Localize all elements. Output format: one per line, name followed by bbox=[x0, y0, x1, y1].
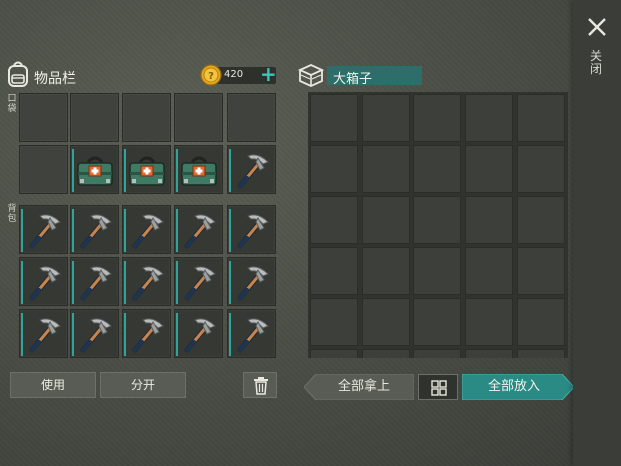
chest-slot[interactable] bbox=[517, 247, 565, 295]
pocket-slot[interactable] bbox=[227, 145, 276, 194]
backpack-slot[interactable] bbox=[122, 205, 171, 254]
chest-slot[interactable] bbox=[465, 94, 513, 142]
chest-slot[interactable] bbox=[517, 145, 565, 193]
chest-slot[interactable] bbox=[362, 196, 410, 244]
chest-slot[interactable] bbox=[310, 298, 358, 346]
chest-slot[interactable] bbox=[465, 298, 513, 346]
chest-slot[interactable] bbox=[310, 94, 358, 142]
take-all-label: 全部拿上 bbox=[337, 379, 390, 394]
sort-button[interactable] bbox=[418, 374, 458, 400]
toolbox-icon bbox=[181, 156, 217, 186]
close-icon[interactable] bbox=[586, 16, 608, 38]
pickaxe-icon bbox=[184, 318, 216, 353]
backpack-slot[interactable] bbox=[19, 309, 68, 358]
pickaxe-icon bbox=[237, 266, 269, 301]
put-all-button[interactable]: 全部放入 bbox=[462, 374, 574, 400]
chest-slot[interactable] bbox=[517, 349, 565, 358]
chest-slot[interactable] bbox=[310, 349, 358, 358]
backpack-slot[interactable] bbox=[19, 257, 68, 306]
pickaxe-icon bbox=[29, 266, 61, 301]
toolbox-icon bbox=[129, 156, 165, 186]
pocket-slot[interactable] bbox=[122, 93, 171, 142]
chest-slot[interactable] bbox=[362, 349, 410, 358]
gold-coin-icon: ? bbox=[200, 64, 222, 86]
chest-slot[interactable] bbox=[413, 349, 461, 358]
backpack-slot[interactable] bbox=[227, 257, 276, 306]
inventory-header: 物品栏 ? 420 + bbox=[6, 60, 278, 90]
backpack-slot[interactable] bbox=[70, 309, 119, 358]
toolbox-icon bbox=[77, 156, 113, 186]
pickaxe-icon bbox=[29, 318, 61, 353]
coin-amount: 420 bbox=[224, 69, 244, 80]
pickaxe-icon bbox=[29, 214, 61, 249]
backpack-slot[interactable] bbox=[122, 309, 171, 358]
chest-title: 大箱子 bbox=[333, 72, 373, 87]
chest-slot[interactable] bbox=[465, 247, 513, 295]
chest-slot[interactable] bbox=[517, 94, 565, 142]
chest-slot[interactable] bbox=[413, 196, 461, 244]
pickaxe-icon bbox=[80, 318, 112, 353]
pocket-slot[interactable] bbox=[70, 93, 119, 142]
pickaxe-icon bbox=[237, 318, 269, 353]
plus-icon[interactable]: + bbox=[260, 63, 277, 85]
chest-slot[interactable] bbox=[465, 349, 513, 358]
chest-slot[interactable] bbox=[362, 298, 410, 346]
chest-icon bbox=[297, 62, 325, 88]
backpack-slot[interactable] bbox=[227, 309, 276, 358]
pickaxe-icon bbox=[184, 214, 216, 249]
inventory-title: 物品栏 bbox=[34, 71, 76, 87]
chest-slot[interactable] bbox=[413, 145, 461, 193]
pocket-label: 口袋 bbox=[7, 94, 17, 114]
pickaxe-icon bbox=[237, 214, 269, 249]
pickaxe-icon bbox=[132, 318, 164, 353]
chest-slot[interactable] bbox=[362, 247, 410, 295]
pocket-slot[interactable] bbox=[19, 93, 68, 142]
backpack-icon bbox=[6, 60, 30, 88]
pickaxe-icon bbox=[132, 214, 164, 249]
put-all-label: 全部放入 bbox=[487, 379, 540, 394]
pickaxe-icon bbox=[184, 266, 216, 301]
pocket-slot[interactable] bbox=[122, 145, 171, 194]
backpack-slot[interactable] bbox=[174, 309, 223, 358]
backpack-slot[interactable] bbox=[70, 257, 119, 306]
backpack-slot[interactable] bbox=[227, 205, 276, 254]
take-all-button[interactable]: 全部拿上 bbox=[304, 374, 414, 400]
chest-slot[interactable] bbox=[465, 145, 513, 193]
pickaxe-icon bbox=[132, 266, 164, 301]
trash-button[interactable] bbox=[243, 372, 277, 398]
chest-slot[interactable] bbox=[310, 247, 358, 295]
chest-slot[interactable] bbox=[413, 94, 461, 142]
chest-slot[interactable] bbox=[517, 298, 565, 346]
use-button[interactable]: 使用 bbox=[10, 372, 96, 398]
chest-header: 大箱子 bbox=[297, 62, 427, 88]
backpack-slot[interactable] bbox=[122, 257, 171, 306]
backpack-slot[interactable] bbox=[19, 205, 68, 254]
chest-slot[interactable] bbox=[310, 145, 358, 193]
chest-slot[interactable] bbox=[517, 196, 565, 244]
backpack-slot[interactable] bbox=[174, 205, 223, 254]
split-button[interactable]: 分开 bbox=[100, 372, 186, 398]
close-label: 关闭 bbox=[589, 49, 602, 76]
pocket-slot[interactable] bbox=[174, 93, 223, 142]
chest-slot[interactable] bbox=[413, 298, 461, 346]
backpack-slot[interactable] bbox=[70, 205, 119, 254]
pocket-slot[interactable] bbox=[227, 93, 276, 142]
pickaxe-icon bbox=[80, 214, 112, 249]
chest-slot[interactable] bbox=[465, 196, 513, 244]
chest-slot[interactable] bbox=[310, 196, 358, 244]
svg-text:?: ? bbox=[208, 71, 214, 82]
pocket-slot[interactable] bbox=[70, 145, 119, 194]
backpack-slot[interactable] bbox=[174, 257, 223, 306]
chest-slot[interactable] bbox=[413, 247, 461, 295]
pickaxe-icon bbox=[80, 266, 112, 301]
close-panel[interactable]: 关闭 bbox=[573, 0, 621, 466]
chest-grid bbox=[308, 92, 568, 358]
chest-slot[interactable] bbox=[362, 94, 410, 142]
pickaxe-icon bbox=[237, 154, 269, 189]
pocket-slot[interactable] bbox=[174, 145, 223, 194]
chest-slot[interactable] bbox=[362, 145, 410, 193]
coin-counter: ? 420 + bbox=[200, 63, 278, 86]
pocket-slot[interactable] bbox=[19, 145, 68, 194]
backpack-label: 背包 bbox=[7, 204, 17, 224]
